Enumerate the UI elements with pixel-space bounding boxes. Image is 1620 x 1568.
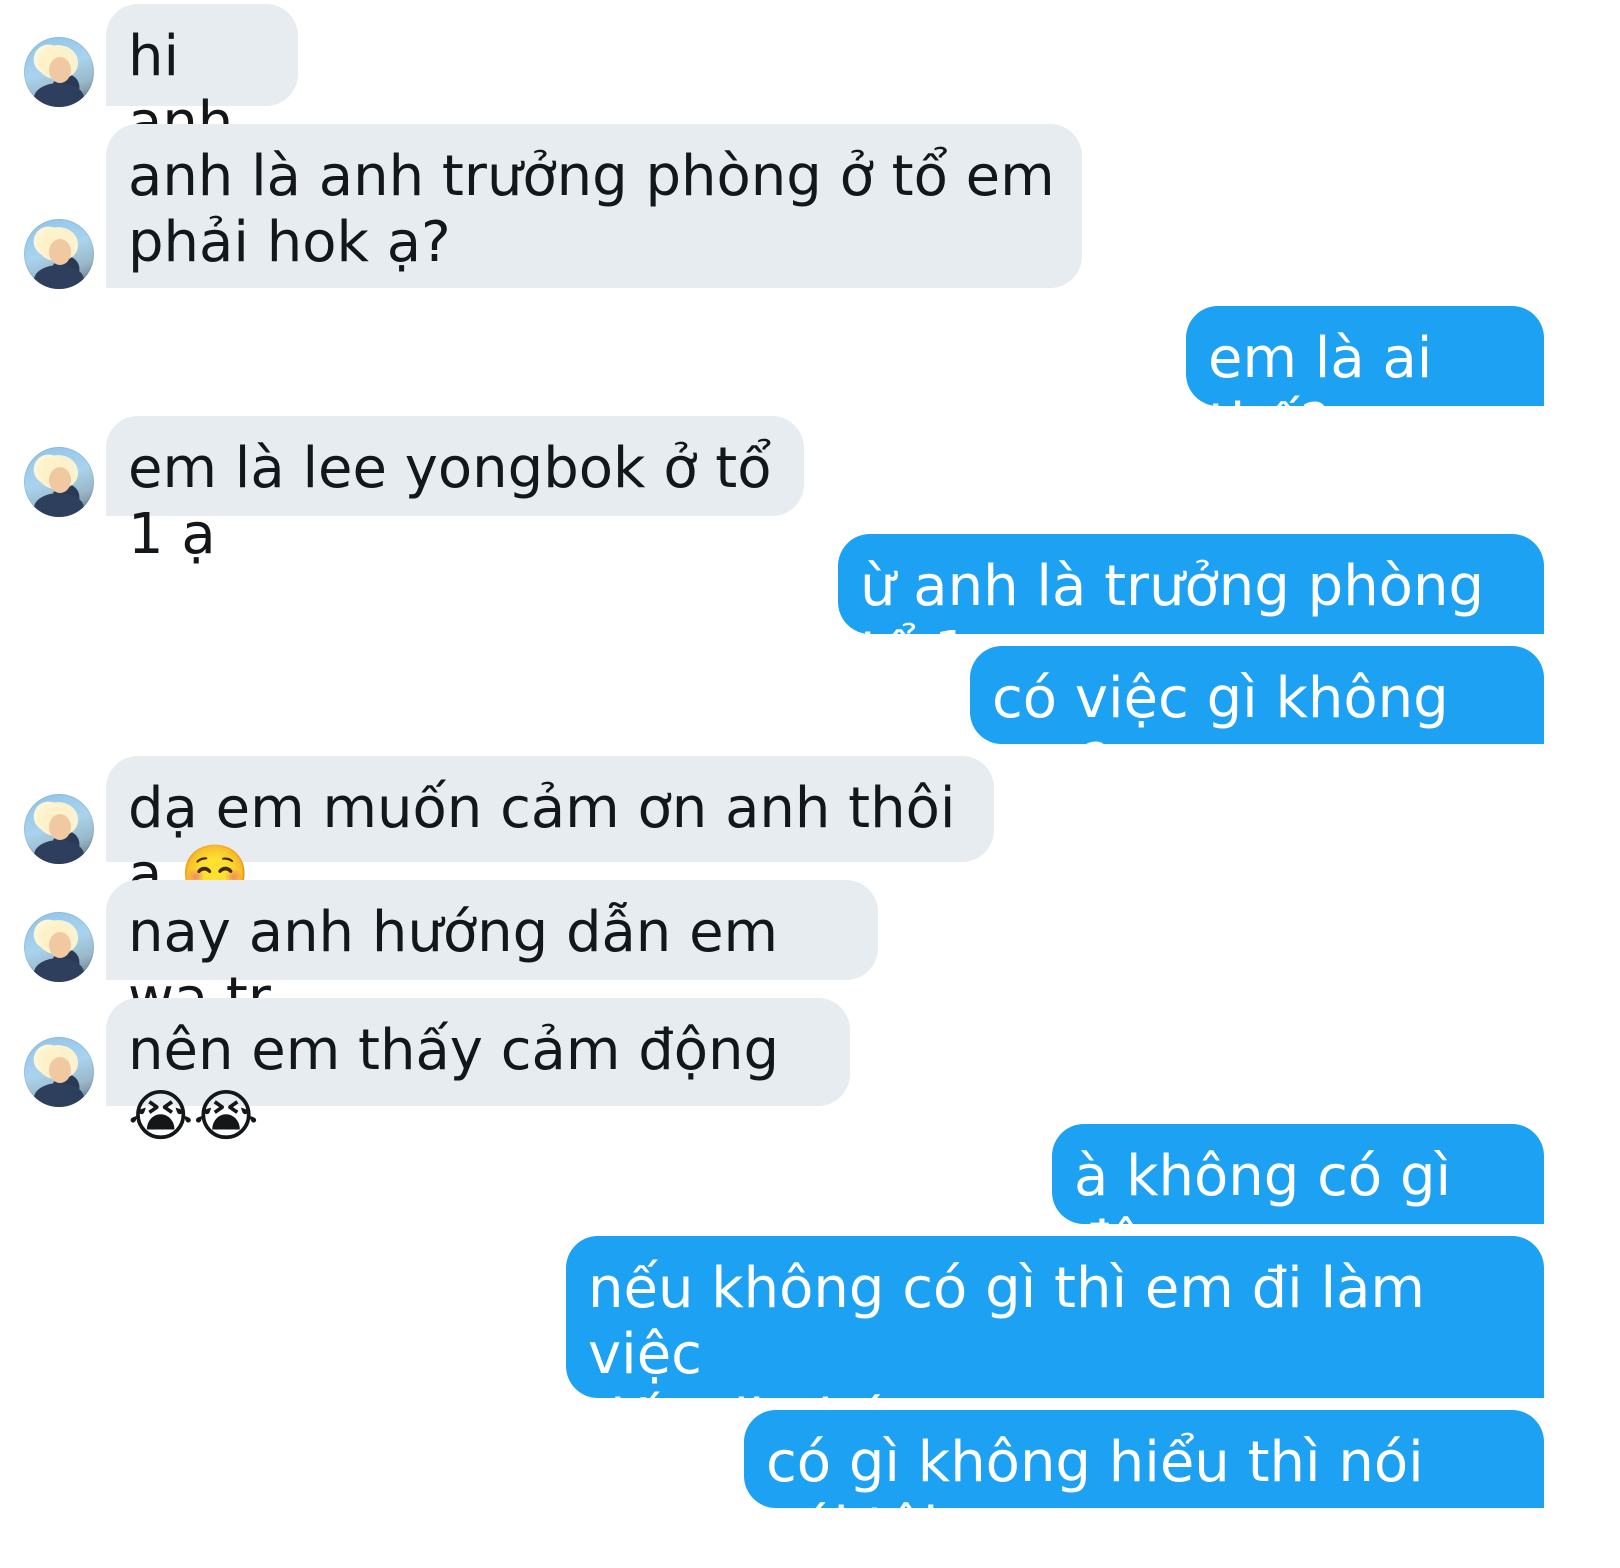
outgoing-message[interactable]: em là ai thế? xyxy=(1186,306,1544,457)
sender-avatar[interactable] xyxy=(24,37,94,107)
sender-avatar[interactable] xyxy=(24,1037,94,1107)
outgoing-message[interactable]: nếu không có gì thì em đi làm việc tiếp … xyxy=(566,1236,1544,1453)
outgoing-message[interactable]: có gì không hiểu thì nói với tôi xyxy=(744,1410,1544,1561)
outgoing-message[interactable]: có việc gì không em? xyxy=(970,646,1544,797)
message-thread: hi anh anh là anh trưởng phòng ở tổ em p… xyxy=(0,0,1620,1568)
incoming-message[interactable]: anh là anh trưởng phòng ở tổ em phải hok… xyxy=(106,124,1082,288)
sender-avatar[interactable] xyxy=(24,794,94,864)
incoming-message[interactable]: dạ em muốn cảm ơn anh thôi ạ ☺️ xyxy=(106,756,994,907)
incoming-message[interactable]: nên em thấy cảm động 😭😭 xyxy=(106,998,850,1149)
outgoing-message[interactable]: à không có gì đâu xyxy=(1052,1124,1544,1275)
sender-avatar[interactable] xyxy=(24,219,94,289)
incoming-message[interactable]: hi anh xyxy=(106,4,298,155)
incoming-message[interactable]: nay anh hướng dẫn em wa tr xyxy=(106,880,878,1031)
outgoing-message[interactable]: ừ anh là trưởng phòng tổ 1 xyxy=(838,534,1544,685)
incoming-message[interactable]: em là lee yongbok ở tổ 1 ạ xyxy=(106,416,804,567)
sender-avatar[interactable] xyxy=(24,447,94,517)
sender-avatar[interactable] xyxy=(24,912,94,982)
